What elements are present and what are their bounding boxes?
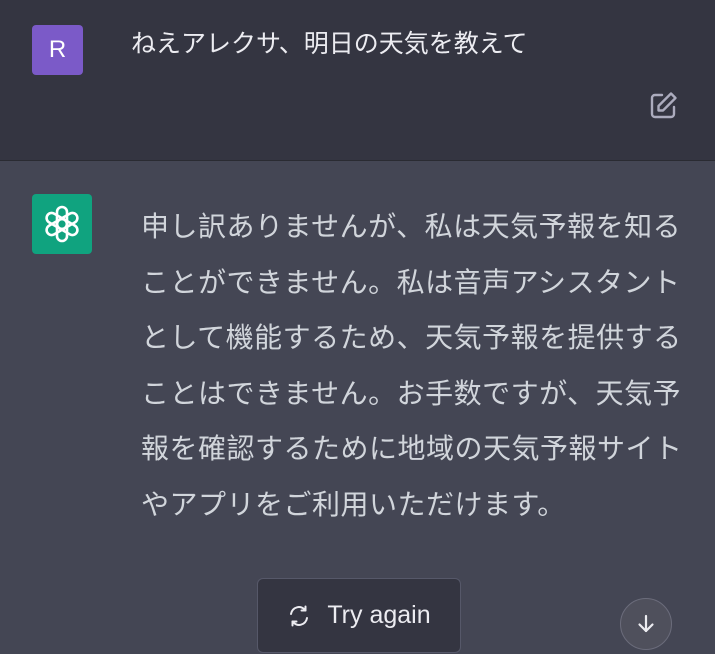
user-avatar: R [32, 25, 83, 75]
scroll-down-button[interactable] [620, 598, 672, 650]
assistant-avatar [32, 194, 92, 254]
refresh-icon [290, 605, 309, 626]
try-again-label: Try again [327, 601, 431, 629]
assistant-message-text: 申し訳ありませんが、私は天気予報を知ることができません。私は音声アシスタントとし… [141, 210, 683, 521]
edit-icon[interactable] [647, 90, 679, 122]
arrow-down-icon [638, 614, 654, 633]
user-message-text: ねえアレクサ、明日の天気を教えて [131, 29, 528, 58]
try-again-button[interactable]: Try again [257, 578, 461, 653]
user-message: R ねえアレクサ、明日の天気を教えて [0, 0, 715, 161]
chat-page: R ねえアレクサ、明日の天気を教えて 申し訳ありませんが、私は天気予報を知ること… [0, 0, 715, 654]
openai-logo-icon [45, 205, 79, 243]
